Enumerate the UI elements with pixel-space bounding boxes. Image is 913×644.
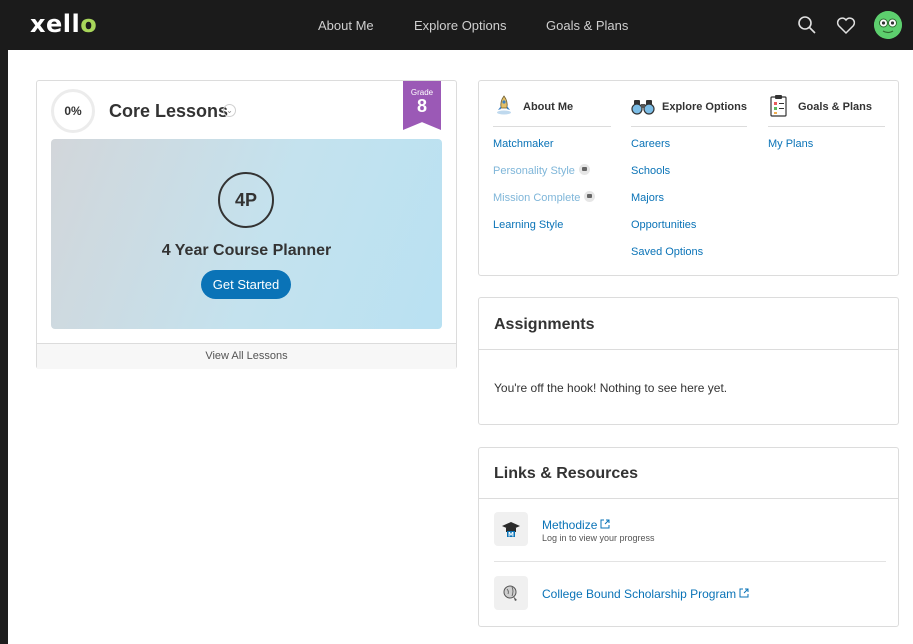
link-majors[interactable]: Majors: [631, 185, 747, 212]
methodize-link[interactable]: Methodize: [542, 518, 610, 532]
core-lessons-title[interactable]: Core Lessons: [109, 101, 228, 122]
assignments-empty-message: You're off the hook! Nothing to see here…: [494, 381, 728, 395]
binoculars-icon: [631, 94, 655, 116]
link-personality-style[interactable]: Personality Style: [493, 158, 611, 185]
chevron-down-icon[interactable]: ⌄: [223, 104, 236, 117]
divider: [494, 561, 886, 562]
lock-icon: [584, 191, 596, 202]
window-left-edge: [0, 0, 8, 644]
heart-icon[interactable]: [834, 13, 858, 37]
avatar-face-icon: [874, 11, 902, 39]
top-navigation-bar: xello About Me Explore Options Goals & P…: [0, 0, 913, 50]
college-bound-scholarship-link[interactable]: College Bound Scholarship Program: [542, 587, 749, 601]
link-careers[interactable]: Careers: [631, 131, 747, 158]
xello-logo[interactable]: xello: [30, 10, 97, 38]
dashboard: 0% Core Lessons ⌄ Grade 8 4P 4 Year Cour…: [8, 50, 913, 644]
link-saved-options[interactable]: Saved Options: [631, 239, 747, 266]
rocket-icon: [493, 94, 515, 116]
assignments-title: Assignments: [494, 316, 595, 333]
graduation-cap-icon[interactable]: M: [494, 512, 528, 546]
lock-icon: [578, 164, 590, 175]
lesson-progress-ring: 0%: [51, 89, 95, 133]
link-matchmaker[interactable]: Matchmaker: [493, 131, 611, 158]
about-me-heading[interactable]: About Me: [523, 101, 573, 113]
link-mission-complete[interactable]: Mission Complete: [493, 185, 611, 212]
link-my-plans[interactable]: My Plans: [768, 131, 885, 158]
grade-label: Grade: [410, 88, 434, 97]
assignments-card: Assignments You're off the hook! Nothing…: [478, 297, 899, 425]
link-schools[interactable]: Schools: [631, 158, 747, 185]
divider: [479, 349, 898, 350]
methodize-subtitle: Log in to view your progress: [542, 533, 655, 543]
goals-plans-heading[interactable]: Goals & Plans: [798, 101, 872, 113]
lesson-name: 4 Year Course Planner: [161, 242, 332, 259]
search-icon[interactable]: [795, 13, 819, 37]
nav-about-me[interactable]: About Me: [318, 18, 374, 33]
link-opportunities[interactable]: Opportunities: [631, 212, 747, 239]
checklist-icon: [768, 94, 790, 117]
quick-links-card: About Me Matchmaker Personality Style Mi…: [478, 80, 899, 276]
nav-goals-plans[interactable]: Goals & Plans: [546, 18, 628, 33]
explore-options-heading[interactable]: Explore Options: [662, 101, 747, 113]
view-all-lessons-link[interactable]: View All Lessons: [37, 343, 456, 369]
core-lessons-card: 0% Core Lessons ⌄ Grade 8 4P 4 Year Cour…: [36, 80, 457, 369]
nav-explore-options[interactable]: Explore Options: [414, 18, 507, 33]
external-link-icon: [600, 518, 610, 532]
about-me-column: About Me Matchmaker Personality Style Mi…: [493, 81, 611, 277]
globe-icon[interactable]: [494, 576, 528, 610]
goals-plans-column: Goals & Plans My Plans: [768, 81, 885, 277]
explore-options-column: Explore Options Careers Schools Majors O…: [631, 81, 747, 277]
lesson-logo-icon: 4P: [218, 172, 274, 228]
lesson-banner[interactable]: 4P 4 Year Course Planner Get Started: [51, 139, 442, 329]
divider: [479, 498, 898, 499]
grade-value: 8: [416, 96, 427, 116]
get-started-button[interactable]: Get Started: [201, 270, 291, 299]
links-resources-card: Links & Resources M Methodize Log in to …: [478, 447, 899, 627]
link-learning-style[interactable]: Learning Style: [493, 212, 611, 239]
external-link-icon: [739, 587, 749, 601]
links-resources-title: Links & Resources: [494, 465, 639, 482]
grade-badge: Grade 8: [403, 81, 441, 130]
svg-text:M: M: [508, 532, 514, 539]
avatar[interactable]: [874, 11, 902, 39]
